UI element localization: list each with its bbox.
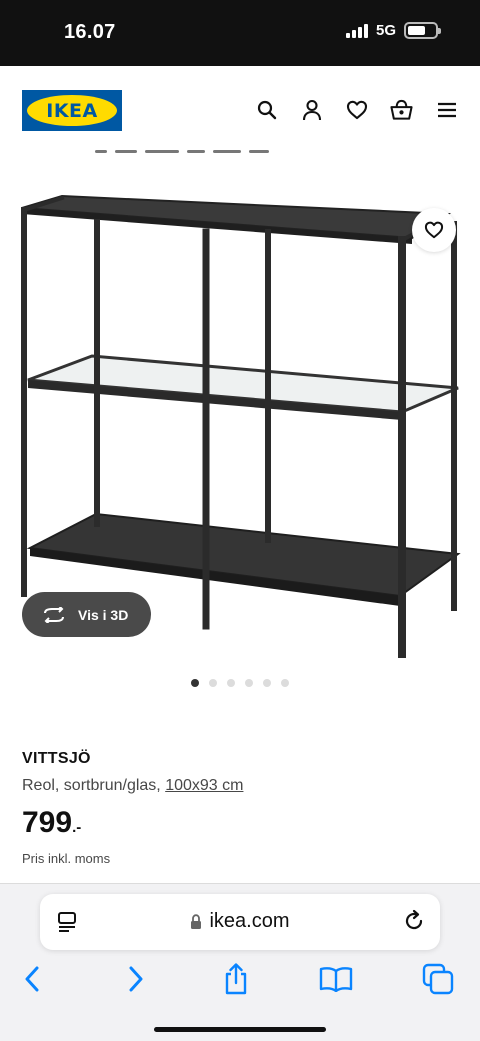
product-description: Reol, sortbrun/glas, 100x93 cm [22,777,243,795]
pagination-dot[interactable] [281,679,289,687]
pagination-dot[interactable] [263,679,271,687]
product-price: 799 .- [22,806,81,840]
bookmarks-button[interactable] [319,962,353,996]
browser-toolbar: ikea.com [0,883,480,1041]
search-icon[interactable] [255,98,278,121]
forward-button[interactable] [119,962,153,996]
price-suffix: .- [72,819,82,836]
chevron-left-icon [25,966,39,992]
image-pagination [191,679,289,687]
url-display: ikea.com [40,910,440,933]
header-actions [255,98,458,121]
scrolled-text-fragment [95,148,270,156]
share-icon [225,963,247,995]
rotate-3d-icon [44,606,64,623]
heart-icon[interactable] [345,98,368,121]
browser-nav [0,962,480,996]
heart-icon [424,221,444,239]
price-note: Pris inkl. moms [22,851,111,866]
signal-icon [345,23,368,38]
reload-icon[interactable] [402,909,426,938]
tabs-button[interactable] [421,962,455,996]
lock-icon [191,913,202,929]
product-name: VITTSJÖ [22,750,91,767]
status-time: 16.07 [64,21,116,43]
pagination-dot[interactable] [227,679,235,687]
view-in-3d-label: Vis i 3D [78,606,129,623]
ikea-logo[interactable]: IKEA [22,90,122,131]
pagination-dot[interactable] [209,679,217,687]
menu-icon[interactable] [435,98,458,121]
status-indicators: 5G [345,22,441,39]
pagination-dot[interactable] [245,679,253,687]
pagination-dot[interactable] [191,679,199,687]
network-type: 5G [375,22,396,39]
site-header: IKEA [0,66,480,156]
back-button[interactable] [15,962,49,996]
product-type: Reol, sortbrun/glas, [22,777,161,794]
book-icon [319,967,353,992]
view-in-3d-button[interactable]: Vis i 3D [22,592,151,637]
price-integer: 799 [22,806,73,839]
battery-icon [404,22,441,39]
tabs-icon [422,963,454,995]
profile-icon[interactable] [300,98,323,121]
logo-text: IKEA [46,99,98,122]
share-button[interactable] [219,962,253,996]
home-indicator[interactable] [154,1027,326,1032]
basket-icon[interactable] [390,98,413,121]
product-dimensions-link[interactable]: 100x93 cm [165,777,243,794]
chevron-right-icon [129,966,143,992]
status-bar: 16.07 5G [0,0,480,66]
shelf-illustration [21,194,461,658]
logo-oval: IKEA [27,95,117,126]
add-to-favourites-button[interactable] [412,208,456,252]
url-text: ikea.com [209,910,290,932]
address-bar[interactable]: ikea.com [40,894,440,950]
